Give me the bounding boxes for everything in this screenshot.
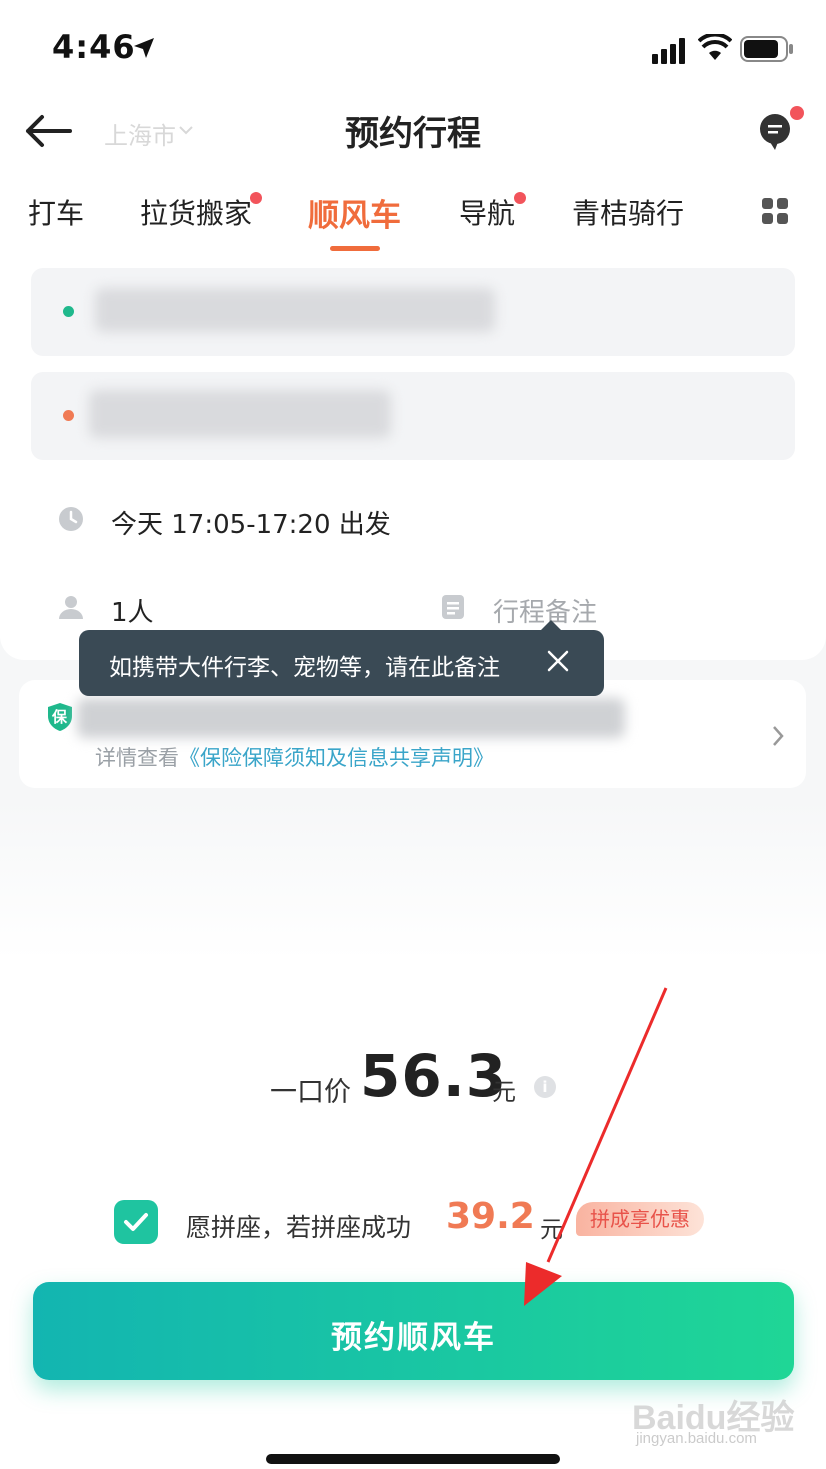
cellular-signal-icon (652, 38, 685, 64)
end-address-blurred (89, 390, 391, 438)
message-icon[interactable] (758, 112, 792, 152)
baidu-watermark: Baidu经验 jingyan.baidu.com (632, 1380, 794, 1450)
carpool-price: 39.2 (446, 1196, 535, 1237)
insurance-terms-link[interactable]: 《保险保障须知及信息共享声明》 (179, 746, 494, 770)
end-address-field[interactable] (31, 372, 795, 460)
end-dot (63, 410, 74, 421)
insurance-detail: 详情查看《保险保障须知及信息共享声明》 (95, 742, 494, 772)
price-row: 一口价 56.3 元 i (0, 1040, 826, 1120)
wifi-icon (698, 34, 732, 60)
battery-icon (740, 36, 793, 62)
checkmark-icon (124, 1213, 148, 1231)
tab-carpool[interactable]: 顺风车 (308, 190, 401, 235)
insurance-card[interactable]: 保 详情查看《保险保障须知及信息共享声明》 (19, 680, 806, 788)
tab-moving-dot (250, 192, 262, 204)
tab-navigation[interactable]: 导航 (459, 192, 515, 232)
clock-icon (59, 507, 83, 531)
insurance-detail-prefix: 详情查看 (95, 746, 179, 770)
service-tabs: 打车 拉货搬家 顺风车 导航 青桔骑行 (0, 170, 826, 256)
carpool-checkbox[interactable] (114, 1200, 158, 1244)
book-carpool-button[interactable]: 预约顺风车 (33, 1282, 794, 1380)
home-indicator (266, 1454, 560, 1464)
close-icon[interactable] (547, 650, 569, 672)
start-dot (63, 306, 74, 317)
status-bar: 4:46 (0, 0, 826, 100)
price-label: 一口价 (270, 1077, 351, 1108)
status-time: 4:46 (52, 28, 136, 66)
tooltip-text: 如携带大件行李、宠物等，请在此备注 (109, 655, 500, 681)
grid-menu-icon[interactable] (762, 198, 788, 224)
insurance-badge-text: 保 (52, 708, 68, 726)
watermark-sub: jingyan.baidu.com (636, 1430, 757, 1447)
carpool-option: 愿拼座，若拼座成功 39.2 元 拼成享优惠 (0, 1190, 826, 1250)
tab-bike[interactable]: 青桔骑行 (572, 192, 684, 232)
page-title: 预约行程 (345, 114, 481, 154)
carpool-unit: 元 (540, 1217, 563, 1243)
price-info-icon[interactable]: i (534, 1076, 556, 1098)
active-tab-underline (330, 246, 380, 251)
note-tooltip: 如携带大件行李、宠物等，请在此备注 (79, 630, 604, 696)
carpool-text: 愿拼座，若拼座成功 (186, 1213, 412, 1242)
tab-taxi[interactable]: 打车 (28, 192, 84, 232)
tab-navigation-dot (514, 192, 526, 204)
start-address-field[interactable] (31, 268, 795, 356)
tabs-fade (690, 170, 736, 256)
chevron-right-icon (773, 726, 784, 746)
price-unit: 元 (492, 1078, 516, 1106)
header-bar: 上海市 预约行程 (0, 100, 826, 170)
tab-moving[interactable]: 拉货搬家 (140, 192, 252, 232)
note-icon (442, 595, 464, 619)
passenger-count[interactable]: 1人 (111, 592, 154, 629)
discount-badge: 拼成享优惠 (576, 1202, 704, 1236)
start-address-blurred (95, 288, 495, 332)
book-button-label: 预约顺风车 (331, 1320, 496, 1356)
notification-dot (790, 106, 804, 120)
departure-time[interactable]: 今天 17:05-17:20 出发 (111, 504, 391, 541)
price-value: 56.3 (360, 1042, 508, 1110)
insurance-text-blurred (77, 698, 625, 738)
location-arrow-icon (134, 38, 154, 58)
person-icon (59, 596, 83, 619)
